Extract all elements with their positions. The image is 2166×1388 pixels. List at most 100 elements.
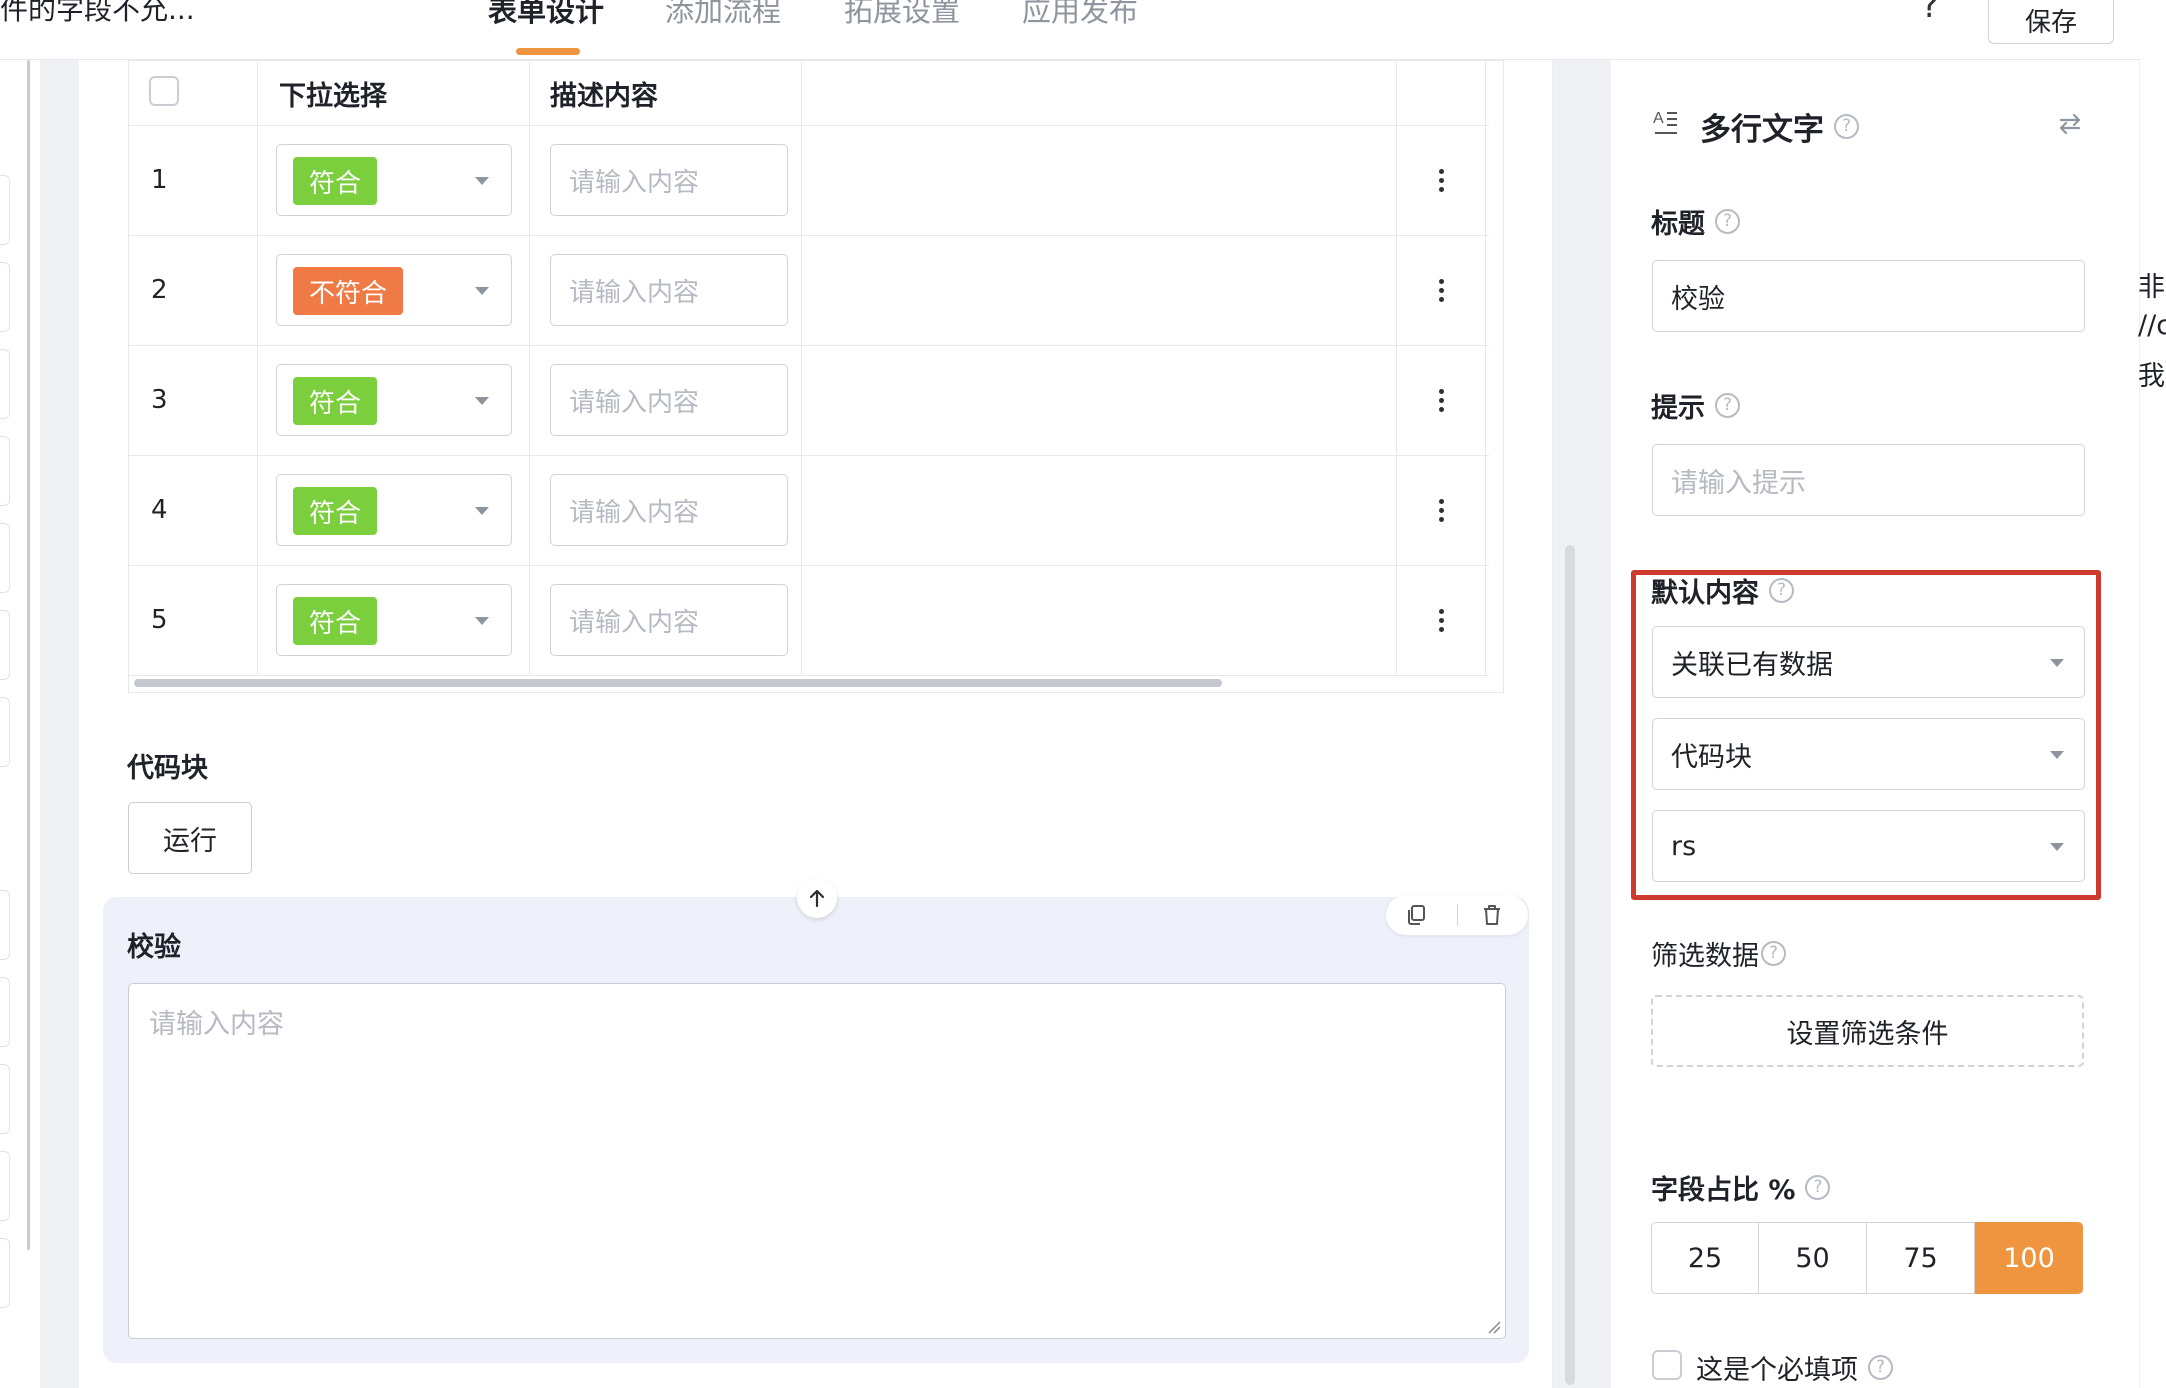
row-index: 5	[151, 605, 168, 635]
verify-textarea[interactable]	[128, 983, 1506, 1339]
title-label-text: 标题	[1651, 209, 1705, 240]
status-dropdown[interactable]: 符合	[276, 364, 512, 436]
tab-extend-settings[interactable]: 拓展设置	[844, 0, 960, 30]
help-circle-icon[interactable]: ?	[1868, 1355, 1893, 1380]
move-up-button[interactable]	[797, 878, 837, 918]
required-label: 这是个必填项?	[1696, 1348, 1893, 1387]
help-circle-icon[interactable]: ?	[1715, 209, 1740, 234]
status-tag: 符合	[293, 157, 378, 205]
select-all-checkbox[interactable]	[149, 76, 179, 106]
status-tag: 符合	[293, 597, 378, 645]
chevron-down-icon	[475, 397, 489, 405]
help-icon[interactable]: ?	[1921, 0, 1939, 26]
description-input[interactable]: 请输入内容	[550, 144, 788, 216]
rail-item[interactable]	[0, 697, 10, 767]
chevron-down-icon	[475, 617, 489, 625]
help-circle-icon[interactable]: ?	[1715, 393, 1740, 418]
rail-item[interactable]	[0, 436, 10, 506]
title-input[interactable]: 校验	[1652, 260, 2085, 332]
run-button[interactable]: 运行	[128, 802, 252, 874]
row-more-icon[interactable]	[1439, 279, 1445, 306]
toolbar-divider	[1457, 904, 1458, 926]
field-width-label: 字段占比 %?	[1651, 1168, 1831, 1207]
arrow-up-icon	[809, 889, 825, 908]
row-divider	[129, 565, 1489, 566]
status-dropdown[interactable]: 符合	[276, 474, 512, 546]
rail-item[interactable]	[0, 1151, 10, 1221]
hint-input[interactable]: 请输入提示	[1652, 444, 2085, 516]
multiline-text-icon: A	[1653, 107, 1681, 139]
rail-item[interactable]	[0, 175, 10, 245]
filter-data-label: 筛选数据?	[1651, 934, 1786, 973]
status-dropdown[interactable]: 符合	[276, 144, 512, 216]
row-divider	[129, 125, 1489, 126]
rail-item[interactable]	[0, 262, 10, 332]
trash-icon[interactable]	[1480, 902, 1504, 928]
verify-textarea-placeholder: 请输入内容	[149, 1009, 284, 1040]
column-divider	[1485, 61, 1486, 676]
highlight-annotation-box	[1631, 570, 2101, 900]
status-tag: 不符合	[293, 267, 404, 315]
row-divider	[129, 675, 1489, 676]
subform-table: 下拉选择 描述内容 1 符合 请输入内容 2 不符合 请输入内容 3 符合 请输…	[128, 60, 1504, 693]
edge-text-fragment: 我	[2138, 361, 2165, 392]
width-option-75[interactable]: 75	[1867, 1222, 1975, 1294]
edge-text-fragment: //c	[2138, 310, 2166, 341]
resize-handle-icon[interactable]	[1487, 1320, 1501, 1334]
row-more-icon[interactable]	[1439, 609, 1445, 636]
set-filter-button[interactable]: 设置筛选条件	[1651, 995, 2084, 1067]
top-bar: 件的字段不允... 表单设计 添加流程 拓展设置 应用发布 ? 保存	[0, 0, 2140, 60]
rail-item[interactable]	[0, 1238, 10, 1308]
code-block-label: 代码块	[127, 753, 208, 784]
component-type-title: 多行文字?	[1700, 104, 1859, 149]
description-input[interactable]: 请输入内容	[550, 364, 788, 436]
title-label: 标题?	[1651, 202, 1740, 241]
status-dropdown[interactable]: 不符合	[276, 254, 512, 326]
rail-item[interactable]	[0, 1064, 10, 1134]
rail-item[interactable]	[0, 610, 10, 680]
tab-form-design[interactable]: 表单设计	[488, 0, 604, 30]
document-title: 件的字段不允...	[0, 0, 195, 26]
canvas-scrollbar[interactable]	[1565, 545, 1575, 1385]
column-divider	[257, 61, 258, 676]
save-button[interactable]: 保存	[1988, 0, 2114, 44]
verify-field-label: 校验	[127, 932, 181, 963]
row-index: 1	[151, 165, 168, 195]
row-index: 4	[151, 495, 168, 525]
row-more-icon[interactable]	[1439, 169, 1445, 196]
active-tab-indicator	[516, 48, 580, 55]
column-divider	[801, 61, 802, 676]
tab-app-publish[interactable]: 应用发布	[1022, 0, 1138, 30]
width-option-25[interactable]: 25	[1651, 1222, 1759, 1294]
table-horizontal-scrollbar[interactable]	[134, 679, 1222, 687]
chevron-down-icon	[475, 177, 489, 185]
width-option-50[interactable]: 50	[1759, 1222, 1867, 1294]
description-input[interactable]: 请输入内容	[550, 474, 788, 546]
status-tag: 符合	[293, 487, 378, 535]
field-width-label-text: 字段占比 %	[1651, 1175, 1796, 1206]
block-toolbar	[1386, 895, 1528, 935]
rail-item[interactable]	[0, 349, 10, 419]
row-divider	[129, 235, 1489, 236]
column-header-description: 描述内容	[550, 80, 658, 112]
rail-item[interactable]	[0, 523, 10, 593]
switch-component-icon[interactable]	[2056, 110, 2084, 138]
row-more-icon[interactable]	[1439, 499, 1445, 526]
row-index: 3	[151, 385, 168, 415]
description-input[interactable]: 请输入内容	[550, 584, 788, 656]
tab-add-flow[interactable]: 添加流程	[665, 0, 781, 30]
width-option-100[interactable]: 100	[1975, 1222, 2083, 1294]
help-circle-icon[interactable]: ?	[1761, 941, 1786, 966]
rail-item[interactable]	[0, 890, 10, 960]
row-more-icon[interactable]	[1439, 389, 1445, 416]
background-window-edge	[2140, 0, 2166, 1388]
required-checkbox[interactable]	[1652, 1350, 1682, 1380]
column-divider	[1396, 61, 1397, 676]
status-dropdown[interactable]: 符合	[276, 584, 512, 656]
left-rail-scrollbar[interactable]	[27, 60, 30, 1250]
help-circle-icon[interactable]: ?	[1834, 114, 1859, 139]
copy-icon[interactable]	[1404, 903, 1428, 927]
help-circle-icon[interactable]: ?	[1805, 1175, 1831, 1200]
rail-item[interactable]	[0, 977, 10, 1047]
description-input[interactable]: 请输入内容	[550, 254, 788, 326]
